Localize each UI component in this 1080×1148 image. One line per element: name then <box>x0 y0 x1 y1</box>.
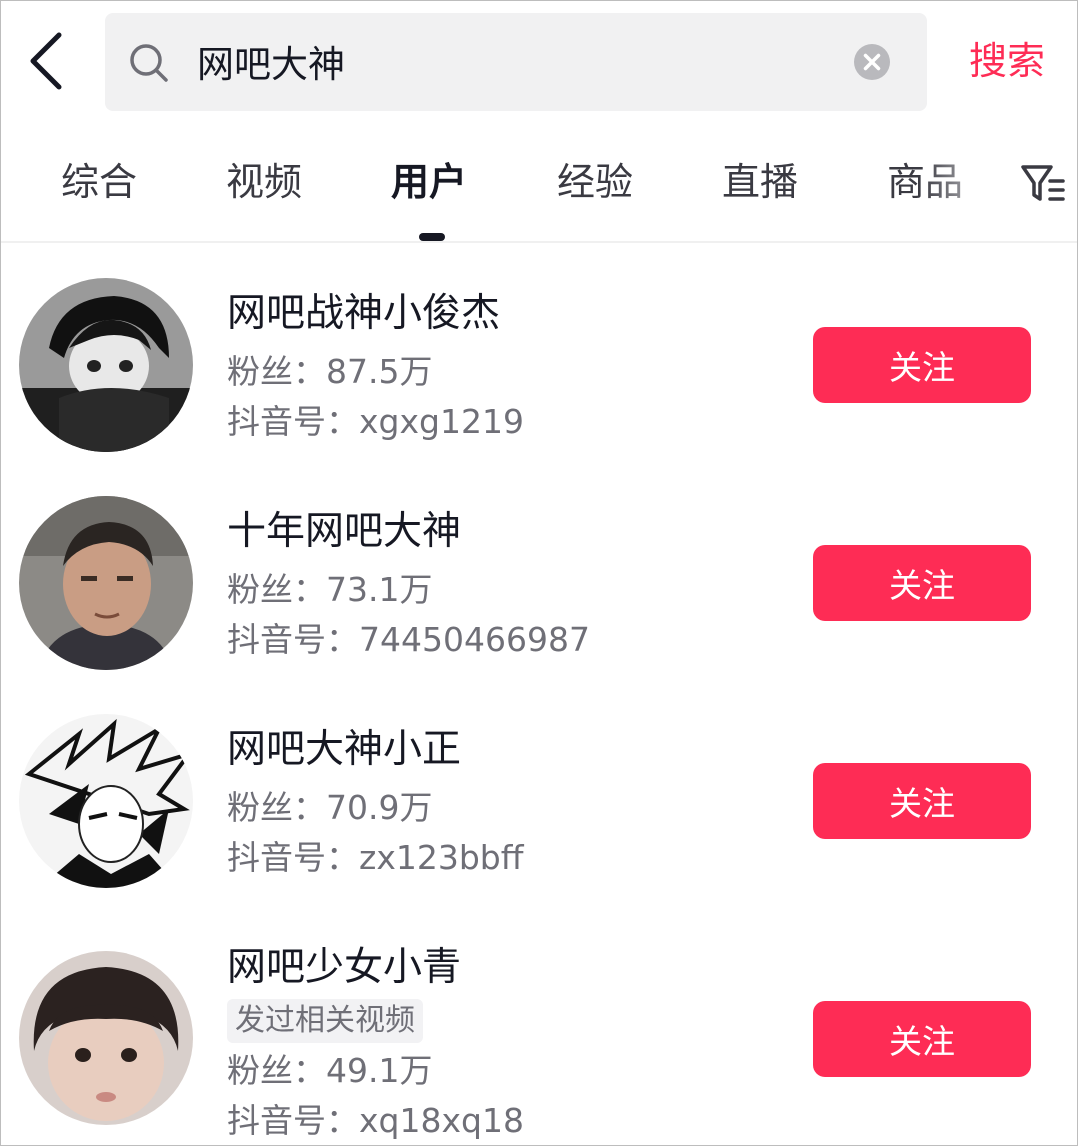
douyin-id: 抖音号：xq18xq18 <box>227 1101 524 1140</box>
follow-button[interactable]: 关注 <box>813 763 1031 839</box>
result-tabs: 综合 视频 用户 经验 直播 商品 <box>1 123 1077 243</box>
tab-comprehensive[interactable]: 综合 <box>61 155 137 209</box>
search-results-screen: 搜索 综合 视频 用户 经验 直播 商品 <box>0 0 1078 1146</box>
follow-button[interactable]: 关注 <box>813 1001 1031 1077</box>
search-submit-button[interactable]: 搜索 <box>969 33 1045 89</box>
related-video-badge: 发过相关视频 <box>227 999 423 1043</box>
search-input[interactable] <box>197 31 837 91</box>
fans-count: 粉丝：49.1万 <box>227 1051 433 1090</box>
avatar[interactable] <box>19 496 193 670</box>
user-name[interactable]: 十年网吧大神 <box>227 507 461 557</box>
avatar-image <box>19 951 193 1125</box>
follow-button[interactable]: 关注 <box>813 545 1031 621</box>
filter-button[interactable] <box>1017 159 1069 207</box>
tab-live[interactable]: 直播 <box>722 155 798 209</box>
active-tab-indicator <box>419 233 445 241</box>
search-icon <box>130 44 168 82</box>
user-name[interactable]: 网吧少女小青 <box>227 943 461 993</box>
chevron-left-icon <box>30 32 62 90</box>
list-item[interactable]: 网吧战神小俊杰 粉丝：87.5万 抖音号：xgxg1219 关注 <box>1 241 1077 459</box>
fans-count: 粉丝：87.5万 <box>227 352 433 391</box>
avatar-image <box>19 714 193 888</box>
search-header: 搜索 <box>1 1 1077 123</box>
avatar-image <box>19 496 193 670</box>
clear-search-button[interactable] <box>853 43 891 81</box>
douyin-id: 抖音号：74450466987 <box>227 620 590 659</box>
filter-icon <box>1021 165 1065 201</box>
tab-videos[interactable]: 视频 <box>226 155 302 209</box>
fans-count: 粉丝：73.1万 <box>227 570 433 609</box>
avatar[interactable] <box>19 951 193 1125</box>
tab-experience[interactable]: 经验 <box>557 155 633 209</box>
fans-count: 粉丝：70.9万 <box>227 788 433 827</box>
list-item[interactable]: 十年网吧大神 粉丝：73.1万 抖音号：74450466987 关注 <box>1 459 1077 677</box>
avatar-image <box>19 278 193 452</box>
user-name[interactable]: 网吧大神小正 <box>227 725 461 775</box>
douyin-id: 抖音号：zx123bbff <box>227 838 524 877</box>
clear-circle-icon <box>854 44 890 80</box>
douyin-id: 抖音号：xgxg1219 <box>227 402 524 441</box>
user-name[interactable]: 网吧战神小俊杰 <box>227 289 500 339</box>
back-button[interactable] <box>23 29 73 93</box>
tab-users[interactable]: 用户 <box>391 155 467 209</box>
avatar[interactable] <box>19 714 193 888</box>
avatar[interactable] <box>19 278 193 452</box>
search-box[interactable] <box>105 13 927 111</box>
list-item[interactable]: 网吧大神小正 粉丝：70.9万 抖音号：zx123bbff 关注 <box>1 677 1077 895</box>
tab-products[interactable]: 商品 <box>887 155 963 209</box>
follow-button[interactable]: 关注 <box>813 327 1031 403</box>
list-item[interactable]: 网吧少女小青 发过相关视频 粉丝：49.1万 抖音号：xq18xq18 关注 <box>1 895 1077 1145</box>
